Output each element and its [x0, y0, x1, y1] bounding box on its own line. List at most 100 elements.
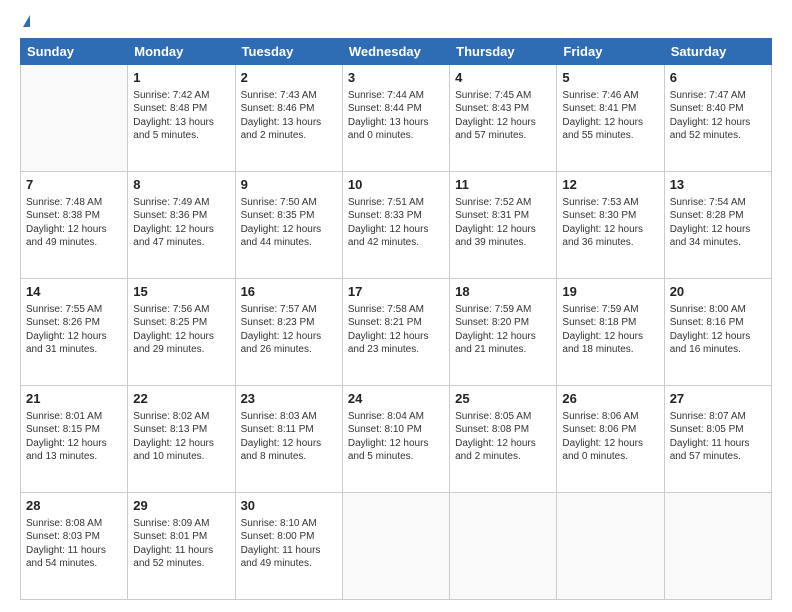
- col-header-friday: Friday: [557, 39, 664, 65]
- calendar-week-0: 1 Sunrise: 7:42 AMSunset: 8:48 PMDaylight…: [21, 65, 772, 172]
- day-number: 29: [133, 497, 229, 515]
- day-number: 30: [241, 497, 337, 515]
- calendar-cell: 16 Sunrise: 7:57 AMSunset: 8:23 PMDayligh…: [235, 279, 342, 386]
- col-header-thursday: Thursday: [450, 39, 557, 65]
- calendar-cell: [342, 493, 449, 600]
- calendar-cell: 18 Sunrise: 7:59 AMSunset: 8:20 PMDayligh…: [450, 279, 557, 386]
- day-info: Sunrise: 8:07 AMSunset: 8:05 PMDaylight:…: [670, 410, 766, 464]
- day-info: Sunrise: 8:02 AMSunset: 8:13 PMDaylight:…: [133, 410, 229, 464]
- day-number: 16: [241, 283, 337, 301]
- day-number: 5: [562, 69, 658, 87]
- day-number: 12: [562, 176, 658, 194]
- calendar-cell: [450, 493, 557, 600]
- day-info: Sunrise: 8:06 AMSunset: 8:06 PMDaylight:…: [562, 410, 658, 464]
- calendar-cell: 25 Sunrise: 8:05 AMSunset: 8:08 PMDayligh…: [450, 386, 557, 493]
- day-info: Sunrise: 7:56 AMSunset: 8:25 PMDaylight:…: [133, 303, 229, 357]
- calendar-cell: 11 Sunrise: 7:52 AMSunset: 8:31 PMDayligh…: [450, 172, 557, 279]
- col-header-monday: Monday: [128, 39, 235, 65]
- day-info: Sunrise: 8:08 AMSunset: 8:03 PMDaylight:…: [26, 517, 122, 571]
- page: SundayMondayTuesdayWednesdayThursdayFrid…: [0, 0, 792, 612]
- day-number: 2: [241, 69, 337, 87]
- day-info: Sunrise: 7:47 AMSunset: 8:40 PMDaylight:…: [670, 89, 766, 143]
- calendar-cell: 30 Sunrise: 8:10 AMSunset: 8:00 PMDayligh…: [235, 493, 342, 600]
- calendar-cell: 12 Sunrise: 7:53 AMSunset: 8:30 PMDayligh…: [557, 172, 664, 279]
- calendar-cell: 9 Sunrise: 7:50 AMSunset: 8:35 PMDaylight…: [235, 172, 342, 279]
- col-header-tuesday: Tuesday: [235, 39, 342, 65]
- calendar-cell: 4Sunrise: 7:45 AMSunset: 8:43 PMDaylight…: [450, 65, 557, 172]
- calendar-cell: 10Sunrise: 7:51 AMSunset: 8:33 PMDayligh…: [342, 172, 449, 279]
- calendar-cell: [21, 65, 128, 172]
- day-number: 17: [348, 283, 444, 301]
- calendar-cell: 5 Sunrise: 7:46 AMSunset: 8:41 PMDaylight…: [557, 65, 664, 172]
- day-number: 18: [455, 283, 551, 301]
- day-info: Sunrise: 7:46 AMSunset: 8:41 PMDaylight:…: [562, 89, 658, 143]
- day-number: 7: [26, 176, 122, 194]
- calendar-cell: [557, 493, 664, 600]
- day-info: Sunrise: 8:04 AMSunset: 8:10 PMDaylight:…: [348, 410, 444, 464]
- calendar-cell: 2 Sunrise: 7:43 AMSunset: 8:46 PMDaylight…: [235, 65, 342, 172]
- day-info: Sunrise: 7:59 AMSunset: 8:20 PMDaylight:…: [455, 303, 551, 357]
- day-info: Sunrise: 7:42 AMSunset: 8:48 PMDaylight:…: [133, 89, 229, 143]
- day-info: Sunrise: 7:59 AMSunset: 8:18 PMDaylight:…: [562, 303, 658, 357]
- calendar-cell: 23 Sunrise: 8:03 AMSunset: 8:11 PMDayligh…: [235, 386, 342, 493]
- calendar-cell: [664, 493, 771, 600]
- day-number: 1: [133, 69, 229, 87]
- calendar-cell: 13 Sunrise: 7:54 AMSunset: 8:28 PMDayligh…: [664, 172, 771, 279]
- day-number: 27: [670, 390, 766, 408]
- calendar-cell: 14 Sunrise: 7:55 AMSunset: 8:26 PMDayligh…: [21, 279, 128, 386]
- header: [20, 16, 772, 28]
- day-number: 10: [348, 176, 444, 194]
- day-number: 8: [133, 176, 229, 194]
- day-number: 20: [670, 283, 766, 301]
- calendar-cell: 7 Sunrise: 7:48 AMSunset: 8:38 PMDaylight…: [21, 172, 128, 279]
- day-info: Sunrise: 7:43 AMSunset: 8:46 PMDaylight:…: [241, 89, 337, 143]
- day-number: 28: [26, 497, 122, 515]
- calendar-cell: 29 Sunrise: 8:09 AMSunset: 8:01 PMDayligh…: [128, 493, 235, 600]
- day-info: Sunrise: 7:50 AMSunset: 8:35 PMDaylight:…: [241, 196, 337, 250]
- day-number: 23: [241, 390, 337, 408]
- calendar-header-row: SundayMondayTuesdayWednesdayThursdayFrid…: [21, 39, 772, 65]
- day-number: 22: [133, 390, 229, 408]
- calendar-cell: 20Sunrise: 8:00 AMSunset: 8:16 PMDayligh…: [664, 279, 771, 386]
- day-number: 4: [455, 69, 551, 87]
- logo-triangle-icon: [23, 15, 30, 27]
- day-info: Sunrise: 8:10 AMSunset: 8:00 PMDaylight:…: [241, 517, 337, 571]
- day-info: Sunrise: 7:53 AMSunset: 8:30 PMDaylight:…: [562, 196, 658, 250]
- day-info: Sunrise: 7:49 AMSunset: 8:36 PMDaylight:…: [133, 196, 229, 250]
- calendar-cell: 6 Sunrise: 7:47 AMSunset: 8:40 PMDaylight…: [664, 65, 771, 172]
- day-number: 11: [455, 176, 551, 194]
- calendar-cell: 3 Sunrise: 7:44 AMSunset: 8:44 PMDaylight…: [342, 65, 449, 172]
- day-number: 14: [26, 283, 122, 301]
- col-header-saturday: Saturday: [664, 39, 771, 65]
- calendar-week-2: 14 Sunrise: 7:55 AMSunset: 8:26 PMDayligh…: [21, 279, 772, 386]
- day-number: 13: [670, 176, 766, 194]
- calendar-cell: 24Sunrise: 8:04 AMSunset: 8:10 PMDayligh…: [342, 386, 449, 493]
- day-info: Sunrise: 8:09 AMSunset: 8:01 PMDaylight:…: [133, 517, 229, 571]
- day-info: Sunrise: 7:52 AMSunset: 8:31 PMDaylight:…: [455, 196, 551, 250]
- day-info: Sunrise: 8:05 AMSunset: 8:08 PMDaylight:…: [455, 410, 551, 464]
- day-number: 19: [562, 283, 658, 301]
- calendar-cell: 21Sunrise: 8:01 AMSunset: 8:15 PMDayligh…: [21, 386, 128, 493]
- day-number: 3: [348, 69, 444, 87]
- calendar-week-3: 21Sunrise: 8:01 AMSunset: 8:15 PMDayligh…: [21, 386, 772, 493]
- day-number: 25: [455, 390, 551, 408]
- day-info: Sunrise: 7:55 AMSunset: 8:26 PMDaylight:…: [26, 303, 122, 357]
- day-info: Sunrise: 8:03 AMSunset: 8:11 PMDaylight:…: [241, 410, 337, 464]
- col-header-sunday: Sunday: [21, 39, 128, 65]
- day-number: 15: [133, 283, 229, 301]
- calendar-week-4: 28 Sunrise: 8:08 AMSunset: 8:03 PMDayligh…: [21, 493, 772, 600]
- day-number: 26: [562, 390, 658, 408]
- day-info: Sunrise: 7:44 AMSunset: 8:44 PMDaylight:…: [348, 89, 444, 143]
- day-info: Sunrise: 7:57 AMSunset: 8:23 PMDaylight:…: [241, 303, 337, 357]
- day-info: Sunrise: 7:54 AMSunset: 8:28 PMDaylight:…: [670, 196, 766, 250]
- calendar-cell: 27 Sunrise: 8:07 AMSunset: 8:05 PMDayligh…: [664, 386, 771, 493]
- calendar-cell: 22 Sunrise: 8:02 AMSunset: 8:13 PMDayligh…: [128, 386, 235, 493]
- day-number: 6: [670, 69, 766, 87]
- calendar-cell: 8 Sunrise: 7:49 AMSunset: 8:36 PMDaylight…: [128, 172, 235, 279]
- calendar-cell: 19 Sunrise: 7:59 AMSunset: 8:18 PMDayligh…: [557, 279, 664, 386]
- calendar: SundayMondayTuesdayWednesdayThursdayFrid…: [20, 38, 772, 600]
- day-info: Sunrise: 7:48 AMSunset: 8:38 PMDaylight:…: [26, 196, 122, 250]
- calendar-week-1: 7 Sunrise: 7:48 AMSunset: 8:38 PMDaylight…: [21, 172, 772, 279]
- day-number: 9: [241, 176, 337, 194]
- calendar-cell: 1 Sunrise: 7:42 AMSunset: 8:48 PMDaylight…: [128, 65, 235, 172]
